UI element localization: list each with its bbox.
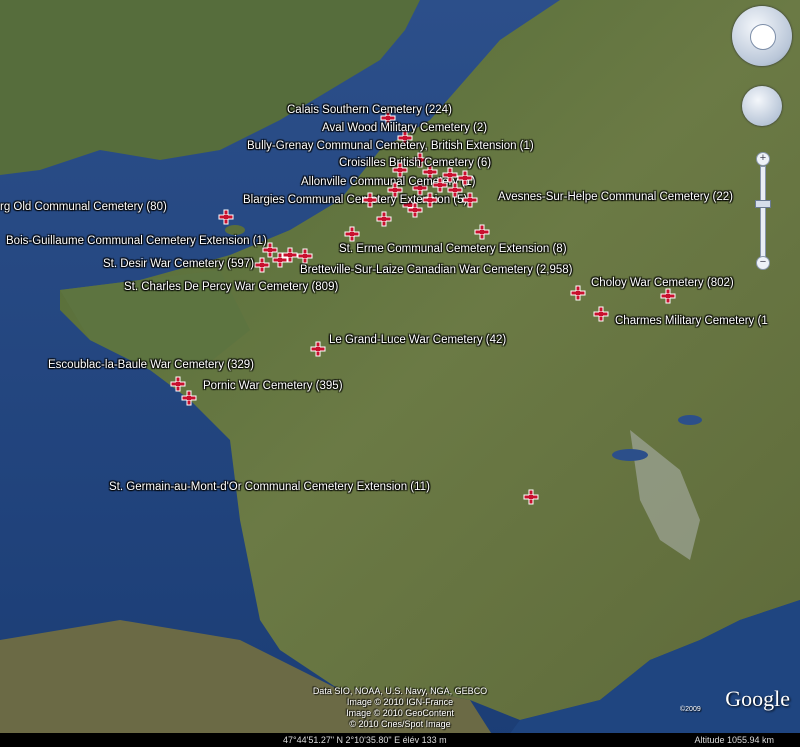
- cemetery-label[interactable]: rg Old Communal Cemetery (80): [0, 201, 167, 213]
- red-cross-marker-icon[interactable]: [570, 285, 586, 301]
- red-cross-marker-icon[interactable]: [462, 192, 478, 208]
- red-cross-marker-icon[interactable]: [282, 247, 298, 263]
- zoom-in-button[interactable]: +: [756, 152, 770, 166]
- copyright-year: ©2009: [680, 706, 701, 713]
- zoom-slider[interactable]: + −: [755, 152, 771, 270]
- cemetery-label[interactable]: Bully-Grenay Communal Cemetery, British …: [247, 140, 534, 152]
- coordinates-readout: 47°44'51.27" N 2°10'35.80" E élév 133 m: [283, 735, 447, 745]
- red-cross-marker-icon[interactable]: [422, 192, 438, 208]
- look-around-icon[interactable]: [742, 86, 782, 126]
- red-cross-marker-icon[interactable]: [593, 306, 609, 322]
- red-cross-marker-icon[interactable]: [387, 182, 403, 198]
- red-cross-marker-icon[interactable]: [392, 162, 408, 178]
- google-logo: Google: [725, 686, 790, 711]
- cemetery-label[interactable]: St. Germain-au-Mont-d'Or Communal Cemete…: [109, 481, 430, 493]
- cemetery-label[interactable]: St. Desir War Cemetery (597): [103, 258, 254, 270]
- red-cross-marker-icon[interactable]: [442, 167, 458, 183]
- red-cross-marker-icon[interactable]: [262, 242, 278, 258]
- status-bar: 47°44'51.27" N 2°10'35.80" E élév 133 m …: [0, 733, 800, 747]
- zoom-track[interactable]: [760, 166, 766, 258]
- cemetery-label[interactable]: Avesnes-Sur-Helpe Communal Cemetery (22): [498, 191, 733, 203]
- eye-icon[interactable]: [750, 24, 776, 50]
- compass-icon[interactable]: [732, 6, 792, 66]
- cemetery-label[interactable]: Escoublac-la-Baule War Cemetery (329): [48, 359, 254, 371]
- red-cross-marker-icon[interactable]: [457, 170, 473, 186]
- red-cross-marker-icon[interactable]: [474, 224, 490, 240]
- cemetery-label[interactable]: Bois-Guillaume Communal Cemetery Extensi…: [6, 235, 267, 247]
- cemetery-label[interactable]: Calais Southern Cemetery (224): [287, 104, 452, 116]
- zoom-thumb[interactable]: [755, 200, 771, 208]
- cemetery-label[interactable]: Charmes Military Cemetery (1: [615, 315, 768, 327]
- red-cross-marker-icon[interactable]: [181, 390, 197, 406]
- cemetery-label[interactable]: St. Charles De Percy War Cemetery (809): [124, 281, 338, 293]
- altitude-readout: Altitude 1055.94 km: [694, 735, 774, 745]
- red-cross-marker-icon[interactable]: [660, 288, 676, 304]
- red-cross-marker-icon[interactable]: [254, 257, 270, 273]
- attribution-line: Data SIO, NOAA, U.S. Navy, NGA, GEBCO: [312, 686, 488, 696]
- attribution-line: © 2010 Cnes/Spot Image: [349, 719, 451, 729]
- red-cross-marker-icon[interactable]: [344, 226, 360, 242]
- zoom-out-button[interactable]: −: [756, 256, 770, 270]
- red-cross-marker-icon[interactable]: [376, 211, 392, 227]
- red-cross-marker-icon[interactable]: [362, 192, 378, 208]
- red-cross-marker-icon[interactable]: [523, 489, 539, 505]
- cemetery-label[interactable]: Croisilles British Cemetery (6): [339, 157, 491, 169]
- red-cross-marker-icon[interactable]: [297, 248, 313, 264]
- red-cross-marker-icon[interactable]: [407, 202, 423, 218]
- red-cross-marker-icon[interactable]: [310, 341, 326, 357]
- cemetery-label[interactable]: Le Grand-Luce War Cemetery (42): [329, 334, 506, 346]
- cemetery-label[interactable]: St. Erme Communal Cemetery Extension (8): [339, 243, 567, 255]
- red-cross-marker-icon[interactable]: [218, 209, 234, 225]
- cemetery-label[interactable]: Pornic War Cemetery (395): [203, 380, 343, 392]
- cemetery-label[interactable]: Bretteville-Sur-Laize Canadian War Cemet…: [300, 264, 573, 276]
- cemetery-label[interactable]: Aval Wood Military Cemetery (2): [322, 122, 487, 134]
